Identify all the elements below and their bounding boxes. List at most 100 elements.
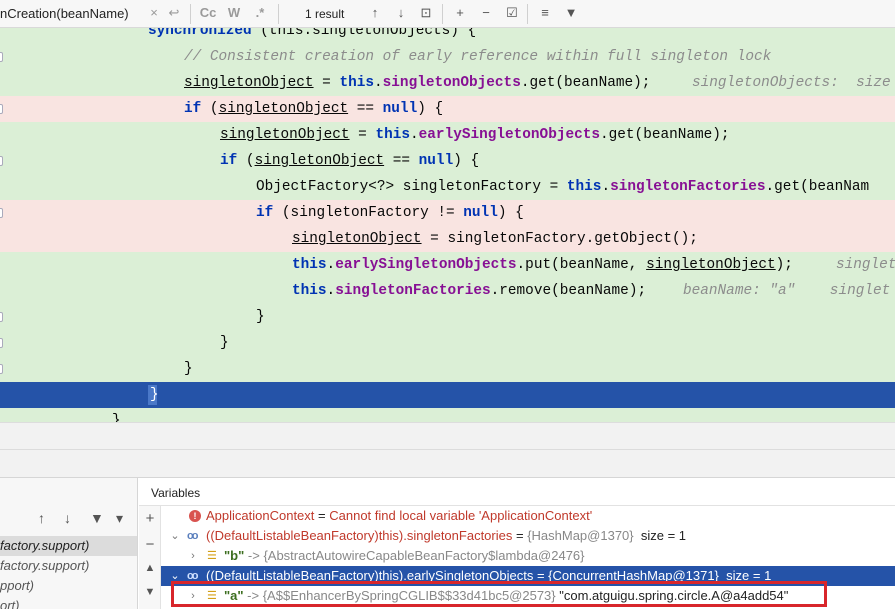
- fold-marker-icon[interactable]: [0, 156, 3, 166]
- code-line: ObjectFactory<?> singletonFactory = this…: [0, 174, 895, 200]
- equals-sign: =: [314, 508, 330, 523]
- code-text: .get(beanNam: [765, 179, 870, 195]
- code-text: = singletonFactory.getObject();: [421, 231, 698, 247]
- code-line: this.earlySingletonObjects.put(beanName,…: [0, 252, 895, 278]
- move-down-button[interactable]: ▼: [143, 586, 157, 598]
- keyword: if: [256, 205, 274, 221]
- code-text: (singletonFactory !=: [273, 205, 464, 221]
- fold-marker-icon[interactable]: [0, 338, 3, 348]
- keyword: this: [375, 127, 411, 143]
- variables-toolbar: + − ▲ ▼: [139, 506, 161, 609]
- debugger-tab-strip: [0, 422, 895, 477]
- inline-value-hint: singlet: [836, 257, 895, 273]
- field: singletonObjects: [382, 75, 521, 91]
- divider: [190, 4, 191, 24]
- clear-search-icon[interactable]: ×: [145, 5, 163, 20]
- code-line: if (singletonObject == null) {: [0, 96, 895, 122]
- replace-icon[interactable]: ↩: [165, 5, 183, 21]
- variable: singletonObject: [218, 101, 349, 117]
- code-editor[interactable]: synchronized (this.singletonObjects) { /…: [0, 28, 895, 422]
- frame-up-icon[interactable]: ↑: [38, 510, 45, 526]
- frame-item[interactable]: pport): [0, 576, 137, 596]
- divider: [0, 449, 895, 450]
- equals-sign: =: [512, 528, 528, 543]
- frame-item[interactable]: factory.support): [0, 536, 137, 556]
- match-case-toggle[interactable]: Cc: [199, 5, 217, 20]
- filter-icon[interactable]: ▼: [90, 510, 104, 526]
- variables-title: Variables: [151, 486, 201, 500]
- fold-marker-icon[interactable]: [0, 364, 3, 374]
- variable: singletonObject: [254, 153, 385, 169]
- code-text: =: [349, 127, 376, 143]
- variable-row[interactable]: ⌄ oo ((DefaultListableBeanFactory)this).…: [161, 526, 895, 546]
- code-text: }: [112, 413, 121, 422]
- code-text: .remove(beanName);: [490, 283, 647, 299]
- entry-value: {AbstractAutowireCapableBeanFactory$lamb…: [263, 548, 585, 563]
- collapse-chevron-icon[interactable]: ⌄: [169, 526, 181, 546]
- words-toggle[interactable]: W: [225, 5, 243, 20]
- field: singletonFactories: [610, 179, 766, 195]
- field: singletonFactories: [335, 283, 491, 299]
- add-occurrence-icon[interactable]: +: [451, 5, 469, 20]
- code-line: if (singletonObject == null) {: [0, 148, 895, 174]
- remove-watch-button[interactable]: −: [143, 536, 157, 553]
- variable: singletonObject: [184, 75, 314, 91]
- fold-marker-icon[interactable]: [0, 208, 3, 218]
- filter-icon[interactable]: ▼: [562, 5, 580, 20]
- current-execution-line: }: [0, 382, 895, 408]
- comment: // Consistent creation of early referenc…: [184, 49, 772, 65]
- arrow: ->: [244, 548, 264, 563]
- inline-value-hint: singletonObjects: size: [692, 75, 891, 91]
- multiline-icon[interactable]: ≡: [536, 5, 554, 20]
- fold-marker-icon[interactable]: [0, 52, 3, 62]
- code-text: );: [775, 257, 793, 273]
- code-line: singletonObject = this.singletonObjects.…: [0, 70, 895, 96]
- code-text: }: [184, 361, 193, 377]
- keyword: this: [566, 179, 602, 195]
- variable-size: size = 1: [640, 528, 687, 543]
- next-occurrence-icon[interactable]: ↓: [392, 5, 410, 20]
- keyword: this: [292, 257, 327, 273]
- remove-occurrence-icon[interactable]: −: [477, 5, 495, 20]
- code-text: .put(beanName,: [516, 257, 647, 273]
- code-line: this.singletonFactories.remove(beanName)…: [0, 278, 895, 304]
- add-watch-button[interactable]: +: [143, 510, 157, 527]
- variables-header: Variables: [139, 478, 895, 506]
- frame-down-icon[interactable]: ↓: [64, 510, 71, 526]
- expand-chevron-icon[interactable]: ›: [187, 546, 199, 566]
- regex-toggle[interactable]: .*: [251, 5, 269, 20]
- code-text: .: [410, 127, 419, 143]
- previous-occurrence-icon[interactable]: ↑: [366, 5, 384, 20]
- variable-row[interactable]: › ☰ "b" -> {AbstractAutowireCapableBeanF…: [161, 546, 895, 566]
- search-input[interactable]: nCreation(beanName): [0, 6, 129, 21]
- divider: [527, 4, 528, 24]
- keyword: this: [292, 283, 327, 299]
- search-in-selection-icon[interactable]: ⊡: [417, 5, 435, 21]
- frame-item[interactable]: ort): [0, 596, 137, 609]
- find-toolbar: nCreation(beanName) × ↩ Cc W .* 1 result…: [0, 0, 895, 28]
- code-text: ObjectFactory<?> singletonFactory =: [256, 179, 567, 195]
- variable-row[interactable]: ! ApplicationContext = Cannot find local…: [161, 506, 895, 526]
- code-text: .: [601, 179, 611, 195]
- code-text: ) {: [497, 205, 524, 221]
- code-line: synchronized (this.singletonObjects) {: [0, 28, 895, 44]
- variable: singletonObject: [292, 231, 422, 247]
- more-options-icon[interactable]: ▾: [116, 510, 123, 527]
- error-icon: !: [189, 506, 201, 526]
- keyword: this: [339, 75, 375, 91]
- code-text: (: [237, 153, 255, 169]
- fold-marker-icon[interactable]: [0, 104, 3, 114]
- keyword: if: [220, 153, 238, 169]
- fold-marker-icon[interactable]: [0, 312, 3, 322]
- variable-name: ApplicationContext: [206, 508, 315, 523]
- code-text: (this.singletonObjects) {: [251, 28, 477, 39]
- move-up-button[interactable]: ▲: [143, 562, 157, 574]
- frame-item[interactable]: factory.support): [0, 556, 137, 576]
- variable-value: {HashMap@1370}: [527, 528, 634, 543]
- divider: [278, 4, 279, 24]
- code-line: singletonObject = this.earlySingletonObj…: [0, 122, 895, 148]
- code-text: .get(beanName);: [600, 127, 730, 143]
- select-all-occurrences-icon[interactable]: ☑: [503, 5, 521, 21]
- keyword: null: [463, 205, 498, 221]
- entry-key: "b": [224, 548, 245, 563]
